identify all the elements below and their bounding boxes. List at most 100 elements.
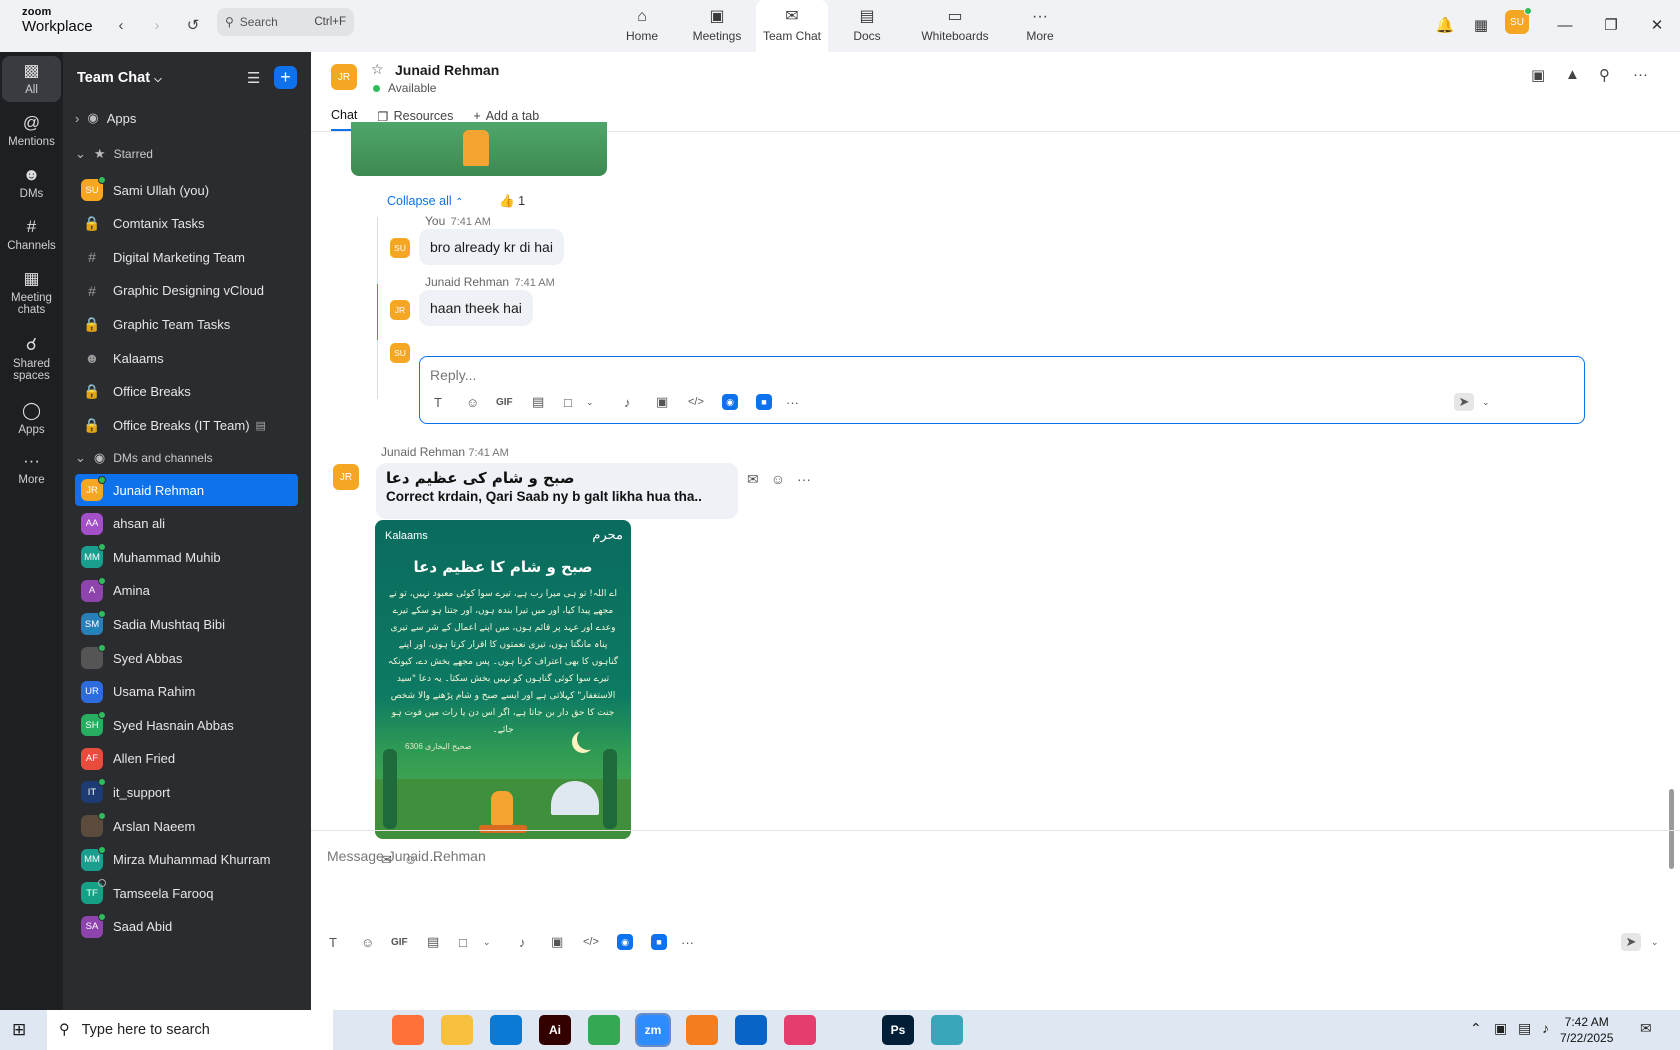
notification-bell-icon[interactable]: 🔔 [1432, 12, 1458, 38]
sidebar-item-dm[interactable]: SH Syed Hasnain Abbas [75, 709, 298, 741]
text-format-icon[interactable]: T [434, 393, 442, 411]
rail-item-apps[interactable]: ◯ Apps [2, 402, 61, 436]
chevron-down-icon[interactable]: ⌄ [1482, 393, 1490, 411]
add-reaction-icon[interactable]: ☺ [771, 471, 785, 488]
sidebar-item-dm[interactable]: IT it_support [75, 776, 298, 808]
volume-icon[interactable]: ♪ [1542, 1020, 1549, 1036]
chevron-down-icon[interactable]: ⌄ [483, 933, 491, 951]
emoji-icon[interactable]: ☺ [466, 393, 479, 411]
sidebar-item-dm[interactable]: MM Mirza Muhammad Khurram [75, 844, 298, 876]
search-input[interactable]: ⚲ Search Ctrl+F [217, 8, 354, 36]
reply-input[interactable]: Reply... T ☺ GIF ▤ □ ⌄ ♪ ▣ </> ◉ ■ ··· ➤… [419, 356, 1585, 424]
filter-icon[interactable]: ☰ [247, 69, 260, 87]
send-icon[interactable]: ➤ [1621, 933, 1641, 951]
rail-item-all[interactable]: ▩ All [2, 56, 61, 102]
send-icon[interactable]: ➤ [1454, 393, 1474, 411]
taskbar-app-zoom[interactable]: zm [635, 1013, 671, 1047]
file-icon[interactable]: ▤ [532, 393, 544, 411]
collapse-all-button[interactable]: Collapse all ⌃ [387, 194, 464, 208]
new-chat-button[interactable]: + [274, 66, 297, 89]
sidebar-item-dm[interactable]: AA ahsan ali [75, 508, 298, 540]
section-apps[interactable]: › ◉ Apps [75, 110, 136, 126]
nav-tab-meetings[interactable]: ▣ Meetings [681, 0, 753, 52]
taskbar-app-app-orange[interactable] [686, 1015, 718, 1045]
code-icon[interactable]: </> [583, 933, 599, 951]
network-icon[interactable]: ▤ [1518, 1020, 1531, 1037]
sidebar-item-dm[interactable]: A Amina [75, 575, 298, 607]
taskbar-app-task-view[interactable] [343, 1015, 375, 1045]
reply-bubble[interactable]: bro already kr di hai [419, 229, 564, 265]
screenshot-icon[interactable]: □ [564, 393, 572, 411]
search-icon[interactable]: ⚲ [1599, 66, 1610, 84]
sidebar-item-starred[interactable]: 🔒 Office Breaks [75, 376, 298, 408]
taskbar-app-chrome[interactable] [588, 1015, 620, 1045]
chevron-down-icon[interactable]: ⌄ [586, 393, 594, 411]
message-avatar[interactable]: JR [333, 464, 359, 490]
taskbar-app-pen-tool[interactable] [833, 1015, 865, 1045]
gif-icon[interactable]: GIF [496, 393, 513, 411]
taskbar-app-outlook[interactable] [735, 1015, 767, 1045]
minimize-button[interactable]: — [1552, 12, 1578, 38]
image-attachment[interactable]: Kalaams محرم صبح و شام کا عظیم دعا اے ال… [375, 520, 631, 839]
code-icon[interactable]: </> [688, 393, 704, 411]
app-integration-icon[interactable]: ◉ [617, 934, 633, 950]
rail-item-channels[interactable]: # Channels [2, 218, 61, 252]
nav-tab-home[interactable]: ⌂ Home [606, 0, 678, 52]
profile-avatar[interactable]: SU [1505, 7, 1532, 34]
sidebar-item-dm[interactable]: AF Allen Fried [75, 743, 298, 775]
chat-app-icon[interactable]: ■ [756, 394, 772, 410]
message-bubble[interactable]: صبح و شام کی عظیم دعا Correct krdain, Qa… [376, 463, 738, 519]
taskbar-app-photoshop[interactable]: Ps [882, 1015, 914, 1045]
sidebar-item-starred[interactable]: 🔒 Comtanix Tasks [75, 208, 298, 240]
taskbar-search[interactable]: ⚲ Type here to search [47, 1010, 333, 1050]
chat-app-icon[interactable]: ■ [651, 934, 667, 950]
sidebar-item-dm[interactable]: MM Muhammad Muhib [75, 541, 298, 573]
more-options-icon[interactable]: ··· [786, 393, 799, 411]
section-starred[interactable]: ⌄ ★ Starred [75, 146, 153, 162]
rail-item-shared-spaces[interactable]: ☌ Shared spaces [2, 336, 61, 382]
taskbar-app-app-teal[interactable] [931, 1015, 963, 1045]
sidebar-item-starred[interactable]: # Digital Marketing Team [75, 241, 298, 273]
reply-thread-icon[interactable]: ✉ [747, 471, 759, 488]
text-format-icon[interactable]: T [329, 933, 337, 951]
sidebar-item-starred[interactable]: # Graphic Designing vCloud [75, 275, 298, 307]
reply-avatar[interactable]: JR [390, 300, 410, 320]
taskbar-app-creative-cloud[interactable] [784, 1015, 816, 1045]
close-button[interactable]: ✕ [1644, 12, 1670, 38]
taskbar-app-firefox[interactable] [392, 1015, 424, 1045]
reaction-thumbs-up[interactable]: 👍 1 [499, 194, 525, 209]
rail-item-dms[interactable]: ☻ DMs [2, 166, 61, 200]
chat-avatar[interactable]: JR [331, 64, 357, 90]
history-icon[interactable]: ↺ [180, 12, 206, 38]
screenshot-icon[interactable]: □ [459, 933, 467, 951]
message-input[interactable]: Message Junaid Rehman [327, 848, 486, 864]
sidebar-item-dm[interactable]: SM Sadia Mushtaq Bibi [75, 608, 298, 640]
calendar-icon[interactable]: ▦ [1468, 12, 1494, 38]
nav-tab-whiteboards[interactable]: ▭ Whiteboards [915, 0, 995, 52]
sidebar-item-dm[interactable]: Syed Abbas [75, 642, 298, 674]
sidebar-item-starred[interactable]: 🔒 Graphic Team Tasks [75, 308, 298, 340]
chevron-down-icon[interactable]: ⌄ [1651, 933, 1659, 951]
nav-tab-team-chat[interactable]: ✉ Team Chat [756, 0, 828, 52]
sidebar-item-starred[interactable]: SU Sami Ullah (you) [75, 174, 298, 206]
nav-tab-docs[interactable]: ▤ Docs [831, 0, 903, 52]
emoji-icon[interactable]: ☺ [361, 933, 374, 951]
forward-arrow-icon[interactable]: › [144, 12, 170, 38]
image-attachment-previous[interactable] [351, 122, 607, 176]
more-options-icon[interactable]: ··· [681, 933, 694, 951]
star-icon[interactable]: ☆ [371, 61, 384, 78]
more-options-icon[interactable]: ··· [797, 471, 811, 488]
video-call-icon[interactable]: ▣ [1531, 66, 1545, 84]
scrollbar-thumb[interactable] [1669, 789, 1674, 869]
rail-item-more[interactable]: ··· More [2, 452, 61, 486]
reply-bubble[interactable]: haan theek hai [419, 290, 533, 326]
chat-title[interactable]: Junaid Rehman [395, 62, 499, 78]
taskbar-app-vscode[interactable] [490, 1015, 522, 1045]
taskbar-app-file-explorer[interactable] [441, 1015, 473, 1045]
share-screen-icon[interactable]: ▲ [1565, 66, 1580, 83]
file-icon[interactable]: ▤ [427, 933, 439, 951]
sidebar-item-starred[interactable]: ☻ Kalaams [75, 342, 298, 374]
microphone-icon[interactable]: ♪ [624, 393, 631, 411]
sidebar-item-starred[interactable]: 🔒 Office Breaks (IT Team) ▤ [75, 409, 298, 441]
notifications-icon[interactable]: ✉ [1640, 1020, 1652, 1037]
